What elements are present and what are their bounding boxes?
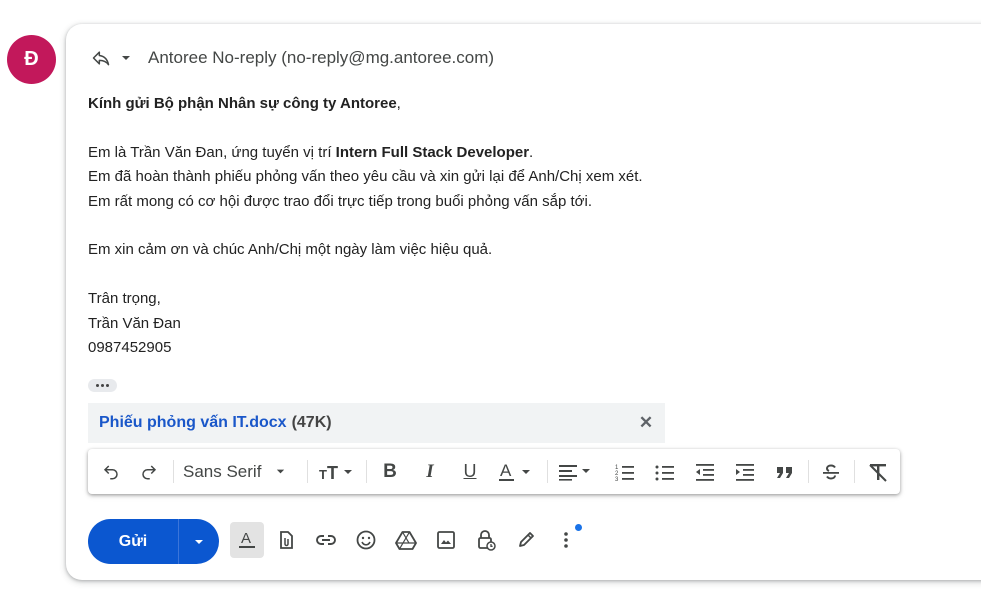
sign-phone: 0987452905 (88, 339, 172, 357)
font-family-select[interactable]: Sans Serif (180, 449, 300, 494)
greeting-line: Kính gửi Bộ phận Nhân sự công ty Antoree… (88, 92, 643, 116)
italic-icon[interactable]: I (416, 449, 444, 494)
bulleted-list-icon[interactable] (651, 449, 679, 494)
chevron-down-icon (277, 469, 285, 474)
indent-less-icon[interactable] (691, 449, 719, 494)
attachment-name[interactable]: Phiếu phỏng vấn IT.docx (99, 414, 287, 432)
reply-type-dropdown-icon[interactable] (116, 52, 136, 64)
send-button[interactable]: Gửi (88, 533, 178, 551)
bold-icon[interactable]: B (376, 449, 404, 494)
message-body[interactable]: Kính gửi Bộ phận Nhân sự công ty Antoree… (88, 92, 643, 360)
show-trimmed-content-button[interactable] (88, 379, 117, 392)
svg-text:A: A (500, 461, 512, 480)
align-icon[interactable] (554, 449, 598, 494)
text-color-icon[interactable]: A (494, 449, 538, 494)
body-line-2: Em đã hoàn thành phiếu phỏng vấn theo yê… (88, 168, 643, 186)
svg-text:T: T (319, 467, 327, 482)
sign-name: Trần Văn Đan (88, 314, 181, 332)
font-size-icon[interactable]: TT (314, 449, 360, 494)
greeting-bold: Kính gửi Bộ phận Nhân sự công ty Antoree (88, 95, 397, 112)
attachment-size: (47K) (291, 414, 332, 431)
svg-text:A: A (241, 530, 251, 547)
send-button-group: Gửi (88, 519, 219, 564)
remove-attachment-icon[interactable]: ✕ (635, 412, 657, 434)
schedule-send-dropdown-icon[interactable] (179, 536, 219, 548)
font-family-label: Sans Serif (183, 461, 262, 481)
recipient-label[interactable]: Antoree No-reply (no-reply@mg.antoree.co… (148, 48, 494, 68)
attach-files-icon[interactable] (269, 522, 303, 558)
insert-link-icon[interactable] (309, 522, 343, 558)
underline-icon[interactable]: U (456, 449, 484, 494)
line1-post: . (529, 143, 534, 161)
avatar-letter: Đ (24, 48, 39, 70)
confidential-mode-icon[interactable] (469, 522, 503, 558)
sign-off: Trân trọng, (88, 290, 161, 308)
reply-icon[interactable] (90, 48, 112, 68)
position-bold: Intern Full Stack Developer (335, 143, 530, 161)
attachment-chip[interactable]: Phiếu phỏng vấn IT.docx (47K) ✕ (88, 403, 665, 443)
greeting-tail: , (396, 95, 401, 112)
formatting-toolbar: Sans Serif TT B I U A 123 (88, 449, 900, 494)
body-line-4: Em xin cảm ơn và chúc Anh/Chị một ngày l… (88, 241, 493, 259)
body-line-3: Em rất mong có cơ hội được trao đổi trực… (88, 192, 593, 210)
undo-icon[interactable] (98, 449, 124, 494)
numbered-list-icon[interactable]: 123 (611, 449, 639, 494)
body-line-1: Em là Trần Văn Đan, ứng tuyển vị trí Int… (88, 141, 643, 165)
remove-formatting-icon[interactable] (864, 449, 892, 494)
reply-header: Antoree No-reply (no-reply@mg.antoree.co… (90, 44, 494, 72)
quote-icon[interactable] (771, 449, 799, 494)
svg-text:T: T (327, 463, 338, 482)
line1-pre: Em là Trần Văn Đan, ứng tuyển vị trí (88, 143, 336, 161)
insert-signature-icon[interactable] (509, 522, 543, 558)
indent-more-icon[interactable] (731, 449, 759, 494)
google-drive-icon[interactable] (389, 522, 423, 558)
insert-photo-icon[interactable] (429, 522, 463, 558)
strikethrough-icon[interactable] (817, 449, 845, 494)
notification-dot (575, 524, 582, 531)
formatting-options-icon[interactable]: A (230, 522, 264, 558)
redo-icon[interactable] (136, 449, 162, 494)
insert-emoji-icon[interactable] (349, 522, 383, 558)
svg-text:3: 3 (615, 477, 619, 482)
sender-avatar: Đ (7, 35, 56, 84)
